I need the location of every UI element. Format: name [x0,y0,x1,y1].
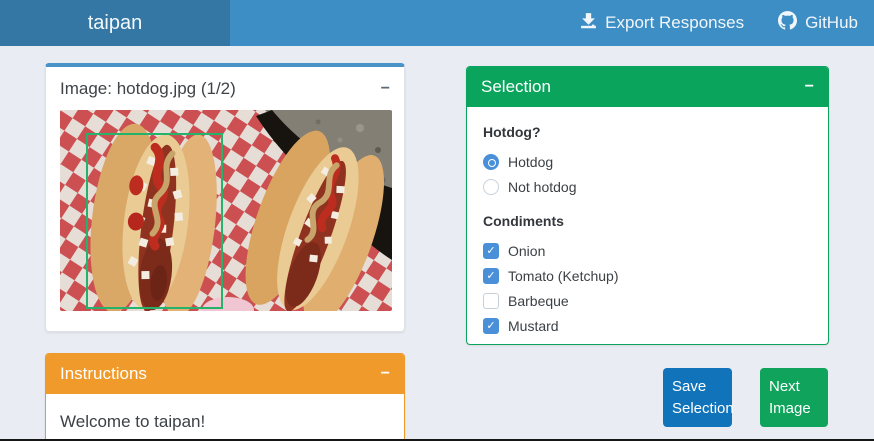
checkbox-option-onion[interactable]: Onion [483,238,812,263]
instructions-panel: Instructions − Welcome to taipan! [45,353,405,441]
radio-icon[interactable] [483,179,499,195]
instructions-panel-header: Instructions − [46,354,404,394]
image-panel-header: Image: hotdog.jpg (1/2) − [46,67,404,110]
export-responses-link[interactable]: Export Responses [580,12,744,34]
selection-panel: Selection − Hotdog? Hotdog Not hotdog Co… [466,66,829,345]
collapse-icon[interactable]: − [805,79,814,95]
download-icon [580,12,597,34]
navbar-links: Export Responses GitHub [580,11,874,35]
selection-panel-title: Selection [481,77,551,97]
github-icon [778,11,797,35]
radio-label: Not hotdog [508,179,577,195]
checkbox-icon[interactable] [483,243,499,259]
radio-option-not-hotdog[interactable]: Not hotdog [483,174,812,199]
checkbox-icon[interactable] [483,318,499,334]
selection-body: Hotdog? Hotdog Not hotdog Condiments Oni… [467,107,828,351]
hotdog-photo[interactable] [60,110,392,311]
checkbox-option-barbeque[interactable]: Barbeque [483,288,812,313]
instructions-text: Welcome to taipan! [46,394,404,441]
github-label: GitHub [805,13,858,33]
navbar: taipan Export Responses GitHub [0,0,874,46]
question-label-hotdog: Hotdog? [483,124,812,140]
checkbox-label: Barbeque [508,293,569,309]
collapse-icon[interactable]: − [381,366,390,382]
question-label-condiments: Condiments [483,213,812,229]
image-panel: Image: hotdog.jpg (1/2) − [45,63,405,332]
next-image-button[interactable]: Next Image [760,368,828,427]
checkbox-option-tomato[interactable]: Tomato (Ketchup) [483,263,812,288]
checkbox-option-mustard[interactable]: Mustard [483,313,812,338]
collapse-icon[interactable]: − [381,81,390,97]
brand-area[interactable]: taipan [0,0,230,46]
github-link[interactable]: GitHub [778,11,858,35]
checkbox-label: Tomato (Ketchup) [508,268,619,284]
app-brand: taipan [88,12,143,35]
checkbox-icon[interactable] [483,293,499,309]
export-responses-label: Export Responses [605,13,744,33]
checkbox-icon[interactable] [483,268,499,284]
radio-label: Hotdog [508,154,553,170]
photo-container [46,110,404,311]
save-selection-button[interactable]: Save Selection [663,368,732,427]
radio-option-hotdog[interactable]: Hotdog [483,149,812,174]
instructions-panel-title: Instructions [60,364,147,384]
checkbox-label: Onion [508,243,545,259]
image-panel-title: Image: hotdog.jpg (1/2) [60,79,236,99]
radio-icon[interactable] [483,154,499,170]
selection-panel-header: Selection − [467,67,828,107]
checkbox-label: Mustard [508,318,559,334]
